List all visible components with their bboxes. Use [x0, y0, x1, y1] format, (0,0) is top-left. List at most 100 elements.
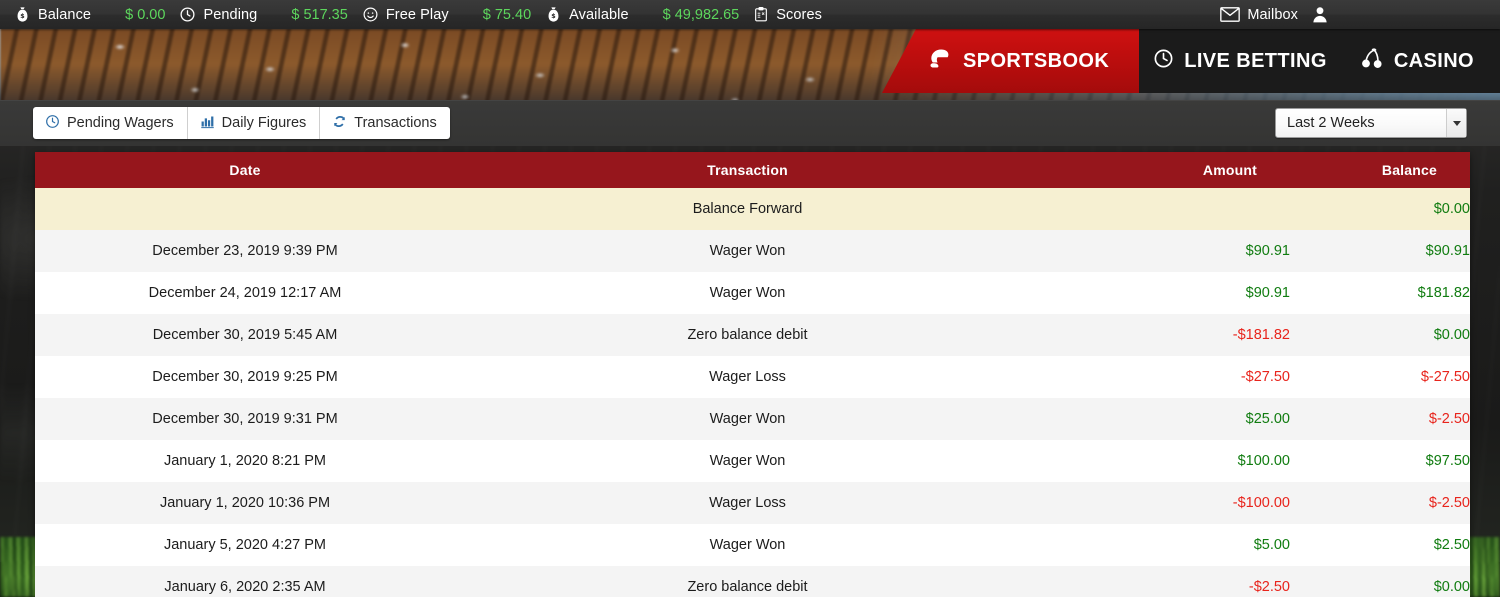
main-navigation: SPORTSBOOK LIVE BETTING CASINO [881, 29, 1500, 93]
topbar-item-balance[interactable]: $ Balance [0, 0, 91, 29]
topbar-label-mailbox: Mailbox [1247, 6, 1298, 23]
cell-date: December 23, 2019 9:39 PM [35, 230, 455, 272]
svg-text:$: $ [551, 12, 555, 20]
table-head: Date Transaction Amount Balance [35, 152, 1470, 188]
cell-date: January 1, 2020 10:36 PM [35, 482, 455, 524]
cherries-icon [1361, 47, 1384, 75]
table-row[interactable]: January 6, 2020 2:35 AM Zero balance debi… [35, 566, 1470, 597]
nav-label-sportsbook: SPORTSBOOK [962, 49, 1110, 72]
cell-transaction: Wager Won [455, 230, 1040, 272]
cell-amount: $5.00 [1040, 524, 1290, 566]
cell-balance: $-2.50 [1290, 398, 1470, 440]
cell-date: January 5, 2020 4:27 PM [35, 524, 455, 566]
cell-amount [1040, 188, 1290, 230]
clock-icon [1153, 48, 1174, 75]
column-header-balance[interactable]: Balance [1290, 152, 1470, 188]
cell-balance: $0.00 [1290, 188, 1470, 230]
money-bag-icon: $ [14, 6, 31, 23]
table-row[interactable]: January 1, 2020 8:21 PM Wager Won $100.00 $… [35, 440, 1470, 482]
cell-amount: -$181.82 [1040, 314, 1290, 356]
sub-nav-tab-group: Pending Wagers Daily Figures Transaction… [33, 106, 450, 140]
cell-transaction: Wager Loss [455, 356, 1040, 398]
topbar-amount-pending: $ 517.35 [291, 6, 348, 23]
column-header-date[interactable]: Date [35, 152, 455, 188]
cell-date [35, 188, 455, 230]
topbar-amount-balance: $ 0.00 [125, 6, 166, 23]
cell-balance: $2.50 [1290, 524, 1470, 566]
table-row[interactable]: December 30, 2019 9:25 PM Wager Loss -$27.… [35, 356, 1470, 398]
table-row[interactable]: December 23, 2019 9:39 PM Wager Won $90.91… [35, 230, 1470, 272]
topbar-item-mailbox[interactable]: Mailbox [1220, 0, 1298, 29]
column-header-amount[interactable]: Amount [1040, 152, 1290, 188]
table-row[interactable]: January 1, 2020 10:36 PM Wager Loss -$100.… [35, 482, 1470, 524]
cell-balance: $181.82 [1290, 272, 1470, 314]
table-body: Balance Forward $0.00 December 23, 2019 9:… [35, 188, 1470, 597]
cell-transaction: Zero balance debit [455, 314, 1040, 356]
cell-transaction: Wager Won [455, 440, 1040, 482]
cell-balance: $-27.50 [1290, 356, 1470, 398]
page-root: $ Balance $ 0.00 Pending $ 517.35 Free P… [0, 0, 1500, 597]
column-header-transaction[interactable]: Transaction [455, 152, 1040, 188]
cell-transaction: Wager Won [455, 398, 1040, 440]
cell-transaction: Wager Won [455, 524, 1040, 566]
table-row[interactable]: December 30, 2019 5:45 AM Zero balance de… [35, 314, 1470, 356]
topbar-label-available: Available [569, 6, 629, 23]
date-range-selected-value: Last 2 Weeks [1287, 115, 1375, 131]
topbar-item-available[interactable]: $ Available [531, 0, 629, 29]
cell-date: December 30, 2019 9:31 PM [35, 398, 455, 440]
clock-icon [45, 114, 60, 133]
cell-amount: -$2.50 [1040, 566, 1290, 597]
topbar-amount-available: $ 49,982.65 [662, 6, 740, 23]
cell-amount: -$100.00 [1040, 482, 1290, 524]
cell-date: December 24, 2019 12:17 AM [35, 272, 455, 314]
topbar-item-scores[interactable]: Scores [739, 0, 822, 29]
cell-transaction: Balance Forward [455, 188, 1040, 230]
nav-dark-group: LIVE BETTING CASINO [1139, 29, 1500, 93]
cell-date: December 30, 2019 5:45 AM [35, 314, 455, 356]
tab-pending-wagers[interactable]: Pending Wagers [33, 106, 188, 140]
football-helmet-icon [928, 48, 952, 75]
topbar-label-balance: Balance [38, 6, 92, 23]
cell-amount: $100.00 [1040, 440, 1290, 482]
cell-transaction: Wager Won [455, 272, 1040, 314]
cell-date: January 6, 2020 2:35 AM [35, 566, 455, 597]
tab-transactions[interactable]: Transactions [320, 106, 450, 140]
transactions-panel: Date Transaction Amount Balance Balance … [35, 152, 1470, 597]
tab-daily-figures[interactable]: Daily Figures [187, 106, 321, 140]
bar-chart-icon [200, 114, 215, 133]
topbar-label-scores: Scores [776, 6, 822, 23]
cell-amount: $90.91 [1040, 272, 1290, 314]
transactions-table: Date Transaction Amount Balance Balance … [35, 152, 1470, 597]
table-row[interactable]: December 24, 2019 12:17 AM Wager Won $90.9… [35, 272, 1470, 314]
topbar-label-pending: Pending [203, 6, 258, 23]
date-range-select[interactable]: Last 2 Weeks [1275, 108, 1467, 138]
table-row[interactable]: December 30, 2019 9:31 PM Wager Won $25.00… [35, 398, 1470, 440]
topbar-amount-free-play: $ 75.40 [482, 6, 532, 23]
date-filter-wrapper: Last 2 Weeks [1275, 108, 1467, 138]
nav-item-casino[interactable]: CASINO [1361, 47, 1474, 75]
cell-date: January 1, 2020 8:21 PM [35, 440, 455, 482]
table-row[interactable]: Balance Forward $0.00 [35, 188, 1470, 230]
tab-label-pending-wagers: Pending Wagers [67, 114, 174, 131]
tab-label-daily-figures: Daily Figures [221, 114, 307, 131]
table-header-row: Date Transaction Amount Balance [35, 152, 1470, 188]
nav-item-live-betting[interactable]: LIVE BETTING [1153, 48, 1327, 75]
nav-label-casino: CASINO [1393, 49, 1474, 72]
smiley-icon [362, 6, 379, 23]
cell-transaction: Zero balance debit [455, 566, 1040, 597]
cell-transaction: Wager Loss [455, 482, 1040, 524]
cell-balance: $90.91 [1290, 230, 1470, 272]
user-avatar-icon[interactable] [1310, 5, 1330, 24]
chevron-down-icon[interactable] [1446, 109, 1466, 137]
topbar-item-free-play[interactable]: Free Play [348, 0, 449, 29]
nav-item-sportsbook[interactable]: SPORTSBOOK [881, 29, 1140, 93]
table-row[interactable]: January 5, 2020 4:27 PM Wager Won $5.00 $2.… [35, 524, 1470, 566]
cell-amount: -$27.50 [1040, 356, 1290, 398]
topbar-item-pending[interactable]: Pending [165, 0, 257, 29]
clock-icon [179, 6, 196, 23]
envelope-icon [1220, 7, 1241, 22]
tab-label-transactions: Transactions [354, 114, 437, 131]
svg-text:$: $ [20, 12, 24, 20]
cell-date: December 30, 2019 9:25 PM [35, 356, 455, 398]
sub-navigation-bar: Pending Wagers Daily Figures Transaction… [0, 100, 1500, 146]
